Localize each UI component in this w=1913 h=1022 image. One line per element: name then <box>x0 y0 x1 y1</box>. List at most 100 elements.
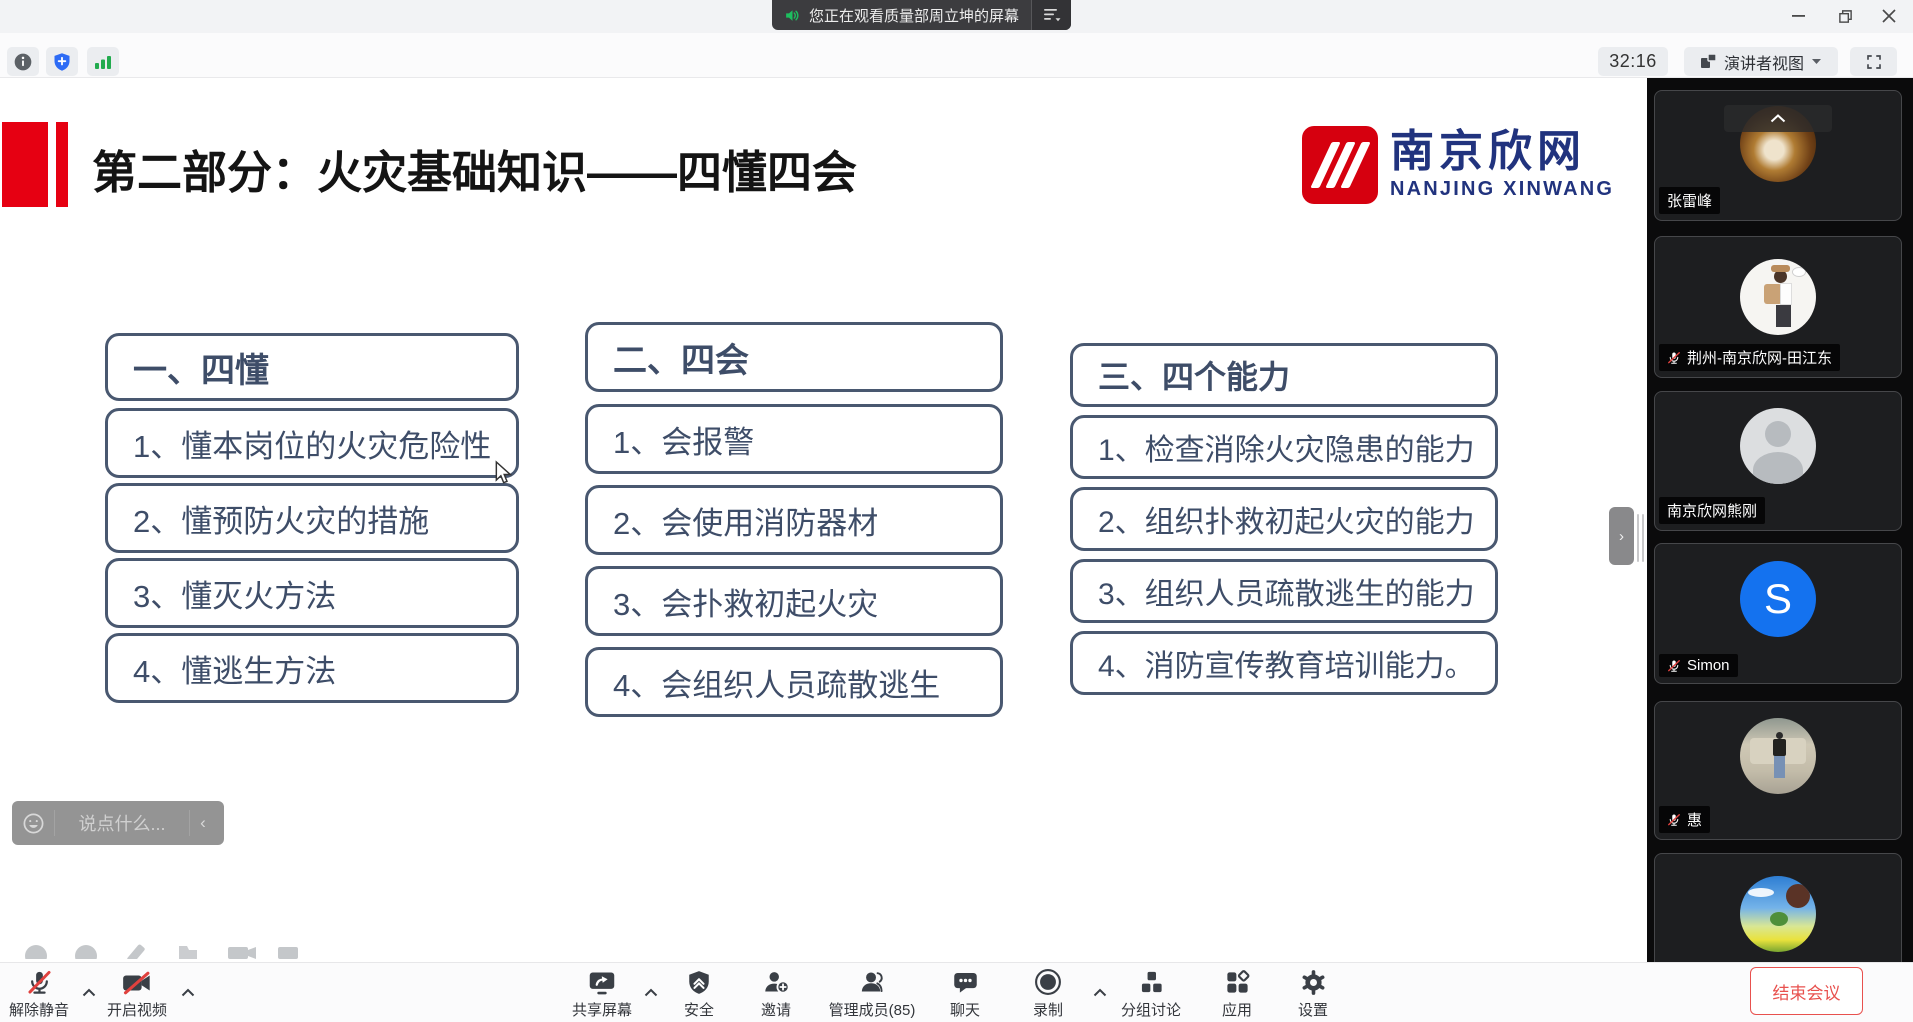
emoji-icon[interactable] <box>22 812 45 835</box>
participant-name: 荆州-南京欣网-田江东 <box>1687 347 1832 368</box>
logo-slashes-icon <box>1302 126 1378 204</box>
signal-bars-icon <box>93 53 113 71</box>
list-item: 3、懂灭火方法 <box>105 558 519 628</box>
divider <box>189 810 190 836</box>
end-meeting-button[interactable]: 结束会议 <box>1750 967 1863 1015</box>
chat-quick-bar: 说点什么... ‹ <box>12 801 224 845</box>
view-mode-button[interactable]: 演讲者视图 <box>1684 47 1838 76</box>
chat-input[interactable]: 说点什么... <box>57 810 187 836</box>
banner-menu-icon[interactable] <box>1031 0 1071 30</box>
list-item: 4、懂逃生方法 <box>105 633 519 703</box>
watching-screen-banner: 您正在观看质量部周立坤的屏幕 <box>772 0 1071 30</box>
meeting-timer: 32:16 <box>1598 47 1668 76</box>
mic-muted-icon <box>1667 351 1681 365</box>
list-item: 1、会报警 <box>585 404 1003 474</box>
participants-sidebar: 张雷峰 荆州-南京欣网-田江东 南京欣网熊刚 S Simon <box>1647 78 1913 962</box>
title-red-bar <box>56 122 68 207</box>
toolbar-label: 管理成员(85) <box>829 999 916 1020</box>
speaker-icon <box>784 7 801 24</box>
toolbar-label: 共享屏幕 <box>572 999 632 1020</box>
mic-muted-icon <box>1667 813 1681 827</box>
avatar <box>1740 259 1816 335</box>
list-item: 1、检查消除火灾隐患的能力 <box>1070 415 1498 479</box>
column-header: 一、四懂 <box>105 333 519 401</box>
toolbar-label: 解除静音 <box>9 999 69 1020</box>
layout-icon <box>1700 53 1717 70</box>
apps-icon <box>1222 964 1252 996</box>
info-icon <box>13 52 33 72</box>
logo-cn-text: 南京欣网 <box>1390 126 1614 178</box>
mic-muted-icon <box>1667 659 1681 673</box>
share-options-caret[interactable] <box>644 984 658 1002</box>
sidebar-collapse-handle[interactable]: › <box>1609 507 1634 565</box>
members-icon <box>829 964 916 996</box>
title-red-block <box>2 122 48 207</box>
chat-button[interactable]: 聊天 <box>950 964 980 1020</box>
sidebar-scrollbar-track <box>1642 514 1644 562</box>
toolbar-label: 邀请 <box>761 999 791 1020</box>
sidebar-scrollbar[interactable] <box>1637 514 1639 562</box>
meeting-info-button[interactable] <box>7 47 39 76</box>
list-item: 1、懂本岗位的火灾危险性 <box>105 408 519 478</box>
column-header: 二、四会 <box>585 322 1003 392</box>
list-item: 3、会扑救初起火灾 <box>585 566 1003 636</box>
list-item: 4、消防宣传教育培训能力。 <box>1070 631 1498 695</box>
chevron-down-icon <box>1811 58 1822 65</box>
manage-members-button[interactable]: 管理成员(85) <box>829 964 916 1020</box>
unmute-button[interactable]: 解除静音 <box>9 964 69 1020</box>
faded-annotation-icons <box>14 938 354 959</box>
breakout-icon <box>1121 964 1181 996</box>
security-shield-icon <box>684 964 714 996</box>
column-header: 三、四个能力 <box>1070 343 1498 407</box>
minimize-button[interactable] <box>1778 0 1820 32</box>
participant-tile[interactable]: 荆州-南京欣网-田江东 <box>1654 236 1902 378</box>
record-options-caret[interactable] <box>1093 984 1107 1002</box>
meeting-toolbar: 32:16 演讲者视图 <box>0 33 1913 78</box>
participant-tile[interactable]: S Simon <box>1654 543 1902 684</box>
mic-options-caret[interactable] <box>82 984 96 1002</box>
column-si-dong: 一、四懂 1、懂本岗位的火灾危险性 2、懂预防火灾的措施 3、懂灭火方法 4、懂… <box>105 333 519 708</box>
breakout-rooms-button[interactable]: 分组讨论 <box>1121 964 1181 1020</box>
view-mode-label: 演讲者视图 <box>1724 50 1804 74</box>
start-video-button[interactable]: 开启视频 <box>107 964 167 1020</box>
video-options-caret[interactable] <box>181 984 195 1002</box>
participant-name: Simon <box>1687 657 1730 674</box>
camera-off-icon <box>107 964 167 996</box>
participant-tile[interactable]: 惠 <box>1654 701 1902 840</box>
chat-collapse-chevron-icon[interactable]: ‹ <box>192 813 214 833</box>
list-item: 2、懂预防火灾的措施 <box>105 483 519 553</box>
record-button[interactable]: 录制 <box>1033 964 1063 1020</box>
participant-name: 南京欣网熊刚 <box>1667 500 1757 521</box>
column-si-ge-neng-li: 三、四个能力 1、检查消除火灾隐患的能力 2、组织扑救初起火灾的能力 3、组织人… <box>1070 343 1498 703</box>
avatar <box>1740 718 1816 794</box>
close-button[interactable] <box>1868 0 1910 32</box>
share-screen-icon <box>572 964 632 996</box>
chat-bubble-icon <box>950 964 980 996</box>
toolbar-label: 开启视频 <box>107 999 167 1020</box>
participant-name: 惠 <box>1687 809 1702 830</box>
participant-tile[interactable]: 南京欣网熊刚 <box>1654 391 1902 531</box>
sidebar-collapse-chevron-icon[interactable] <box>1724 105 1832 132</box>
gear-icon <box>1298 964 1328 996</box>
security-status-button[interactable] <box>46 47 78 76</box>
share-screen-button[interactable]: 共享屏幕 <box>572 964 632 1020</box>
maximize-button[interactable] <box>1824 0 1866 32</box>
toolbar-label: 安全 <box>684 999 714 1020</box>
avatar: S <box>1740 561 1816 637</box>
invite-button[interactable]: 邀请 <box>761 964 791 1020</box>
invite-person-icon <box>761 964 791 996</box>
company-logo: 南京欣网 NANJING XINWANG <box>1302 126 1614 204</box>
avatar <box>1740 876 1816 952</box>
fullscreen-button[interactable] <box>1850 47 1897 76</box>
network-quality-button[interactable] <box>87 47 119 76</box>
logo-en-text: NANJING XINWANG <box>1390 178 1614 201</box>
participant-tile[interactable]: 张雷峰 <box>1654 90 1902 221</box>
security-button[interactable]: 安全 <box>684 964 714 1020</box>
participant-tile[interactable] <box>1654 853 1902 962</box>
toolbar-label: 应用 <box>1222 999 1252 1020</box>
settings-button[interactable]: 设置 <box>1298 964 1328 1020</box>
apps-button[interactable]: 应用 <box>1222 964 1252 1020</box>
toolbar-label: 分组讨论 <box>1121 999 1181 1020</box>
window-titlebar: 您正在观看质量部周立坤的屏幕 <box>0 0 1913 33</box>
column-si-hui: 二、四会 1、会报警 2、会使用消防器材 3、会扑救初起火灾 4、会组织人员疏散… <box>585 322 1003 728</box>
